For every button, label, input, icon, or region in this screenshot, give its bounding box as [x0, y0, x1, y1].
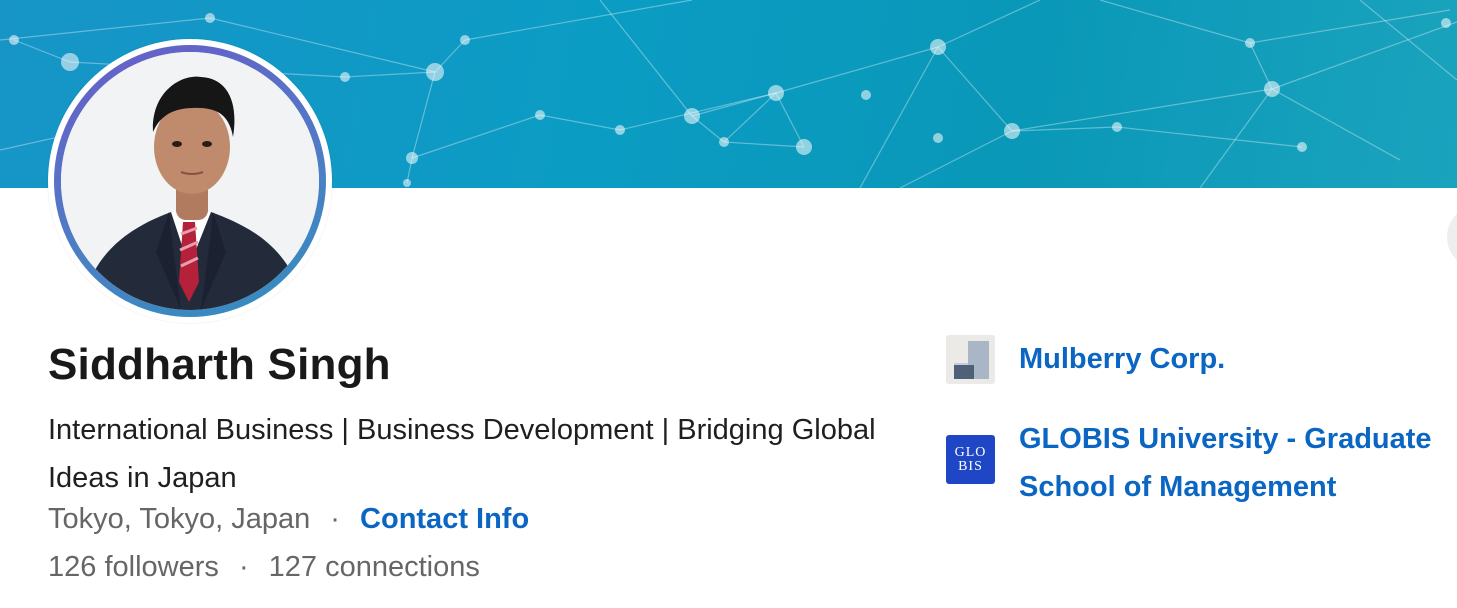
avatar[interactable]	[61, 52, 319, 310]
network-stats-row: 126 followers · 127 connections	[48, 551, 480, 584]
mulberry-logo-icon	[946, 335, 995, 384]
followers-count[interactable]: 126 followers	[48, 551, 219, 583]
school-name: GLOBIS University - Graduate School of M…	[1019, 423, 1432, 503]
profile-top-card: Siddharth Singh International Business |…	[0, 0, 1457, 608]
company-name: Mulberry Corp.	[1019, 343, 1226, 375]
profile-headline: International Business | Business Develo…	[48, 414, 876, 494]
contact-info-link[interactable]: Contact Info	[360, 503, 529, 535]
profile-photo	[61, 52, 319, 310]
more-actions-button[interactable]	[1447, 205, 1457, 269]
profile-location: Tokyo, Tokyo, Japan	[48, 503, 311, 535]
education-school-link[interactable]: GLO BIS GLOBIS University - Graduate Sch…	[946, 415, 1457, 511]
globis-logo-text-line2: BIS	[958, 458, 983, 474]
open-to-work-ring	[54, 45, 326, 317]
separator-dot: ·	[238, 551, 249, 583]
current-company-link[interactable]: Mulberry Corp.	[946, 335, 1457, 384]
location-row: Tokyo, Tokyo, Japan · Contact Info	[48, 503, 529, 536]
globis-logo-icon: GLO BIS	[946, 435, 995, 484]
profile-name: Siddharth Singh	[48, 340, 391, 389]
separator-dot: ·	[330, 503, 340, 535]
connections-count[interactable]: 127 connections	[269, 551, 480, 583]
profile-photo-frame[interactable]	[48, 39, 332, 323]
globis-logo-text-line1: GLO	[954, 444, 987, 460]
